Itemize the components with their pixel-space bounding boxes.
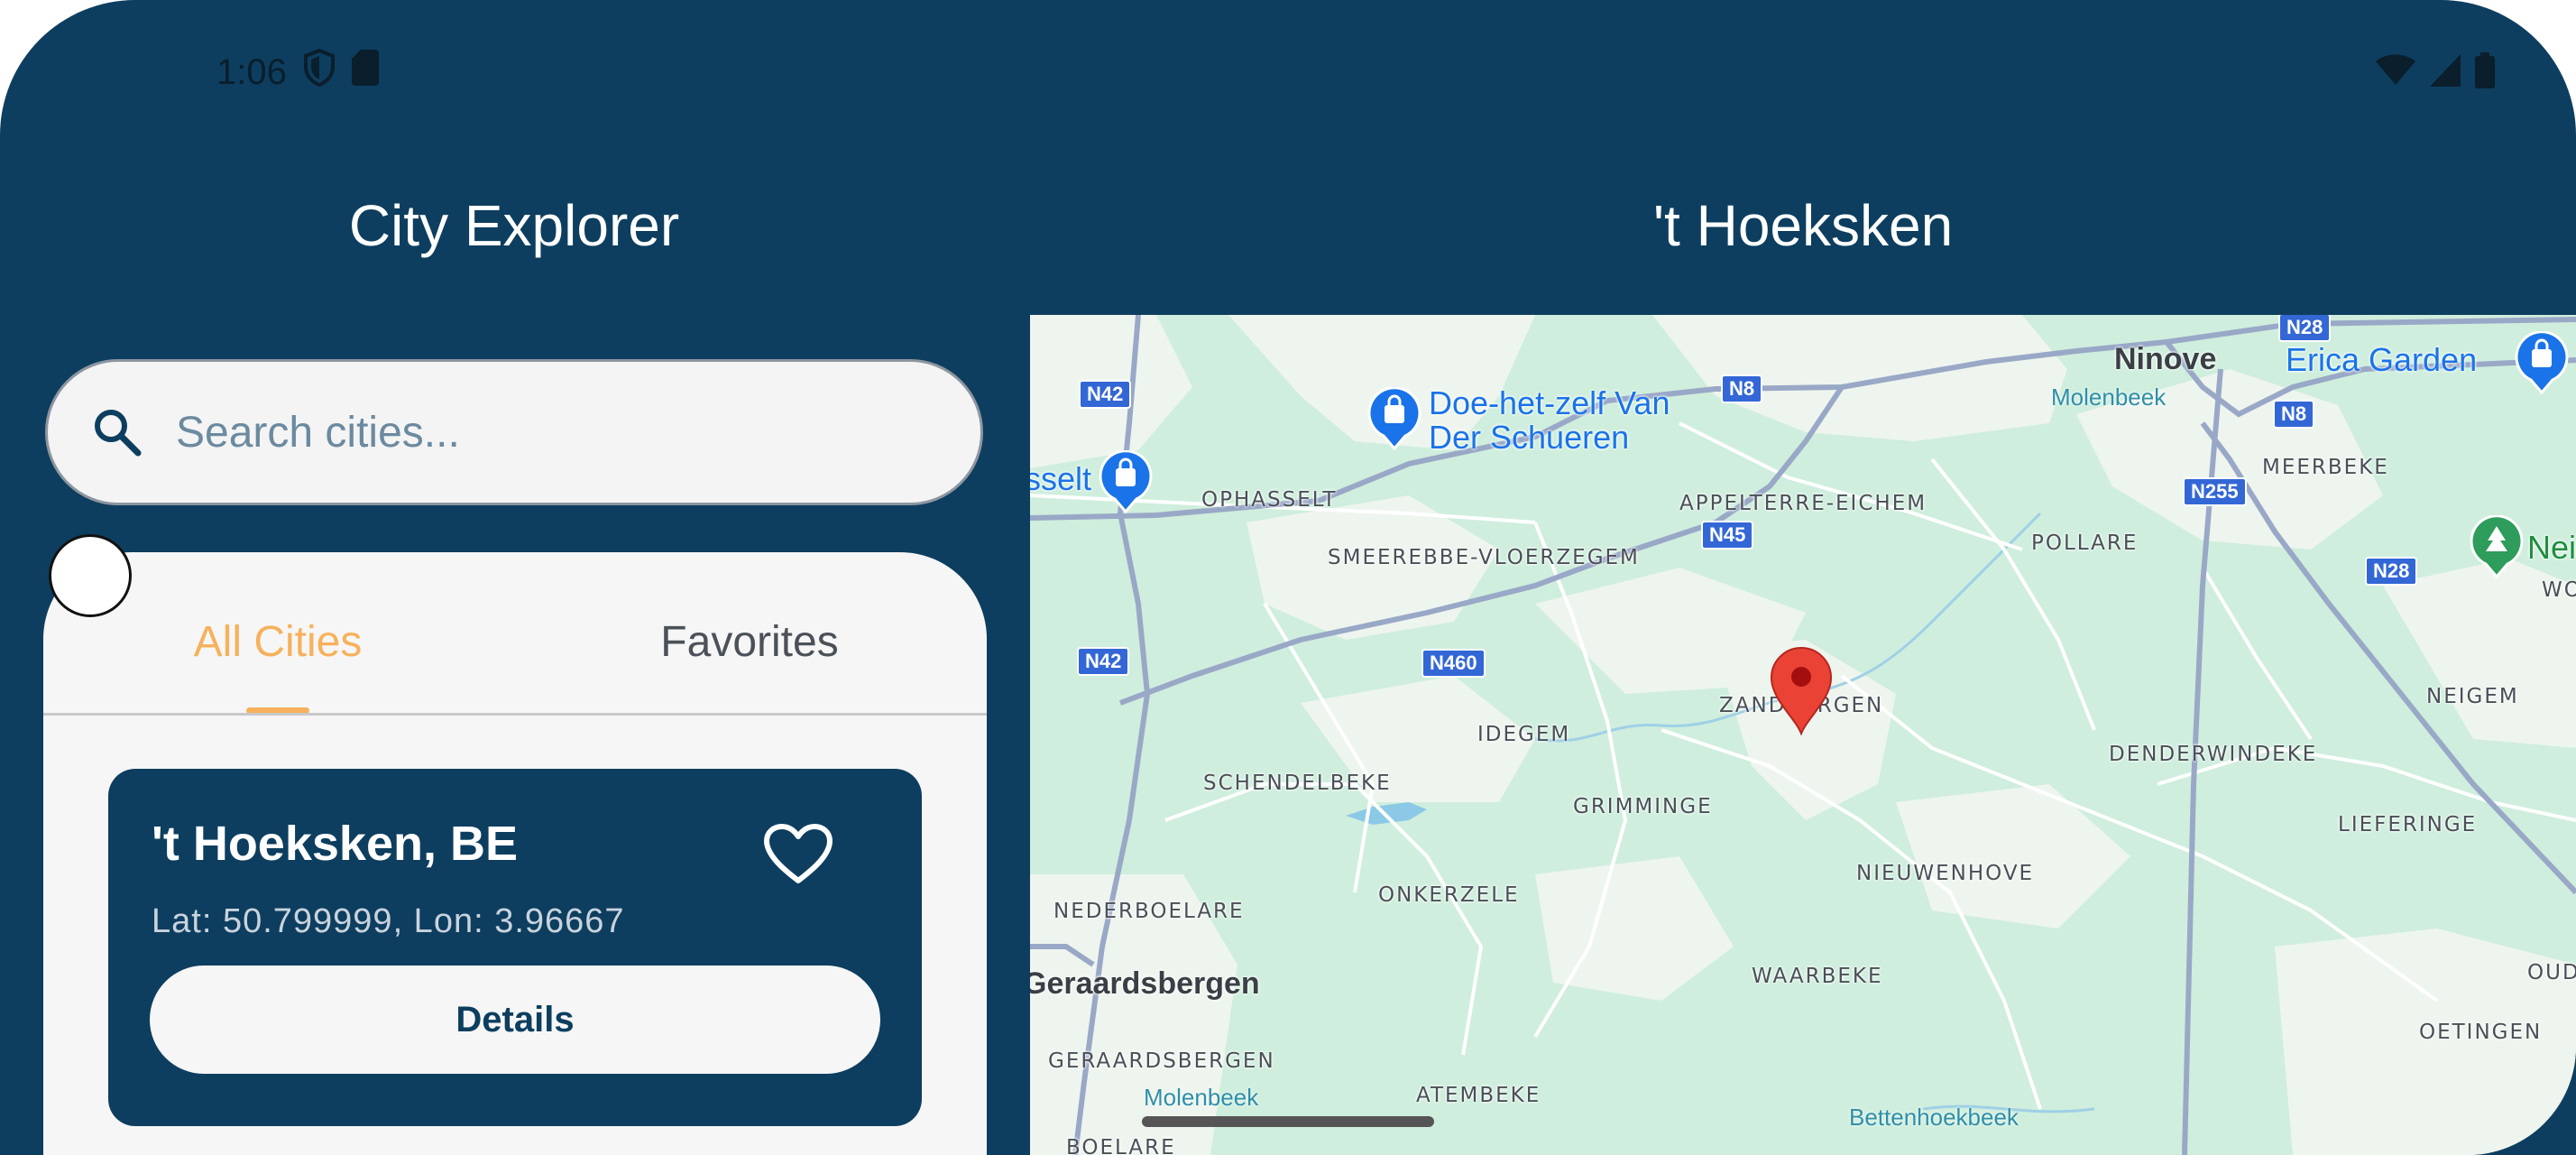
map-place-label: OUD — [2527, 961, 2576, 984]
map-place-label: LIEFERINGE — [2338, 813, 2478, 836]
status-time: 1:06 — [216, 51, 287, 92]
tab-all-cities[interactable]: All Cities — [43, 597, 512, 688]
app-screen: 1:06 City Explorer 't Hoeksken All Citie… — [0, 0, 2576, 1155]
tab-divider — [43, 713, 987, 716]
map-poi-label[interactable]: Neig — [2527, 530, 2576, 566]
map-place-label: MEERBEKE — [2262, 456, 2389, 479]
map-place-label: NEDERBOELARE — [1053, 900, 1245, 923]
road-label: N42 — [1079, 380, 1132, 409]
road-label: N8 — [2273, 400, 2315, 429]
city-name: 't Hoeksken, BE — [152, 817, 518, 871]
app-title: City Explorer — [348, 193, 680, 258]
city-list-panel: All Cities Favorites 't Hoeksken, BE Lat… — [43, 552, 987, 1155]
map-place-label: WAARBEKE — [1752, 965, 1883, 988]
map-poi-label[interactable]: Doe-het-zelf Van — [1429, 385, 1670, 421]
search-icon — [86, 401, 149, 464]
map-water-label: Molenbeek — [1144, 1084, 1259, 1111]
wifi-icon — [2376, 54, 2415, 91]
map-place-label: NEIGEM — [2426, 685, 2519, 708]
road-label: N45 — [1701, 521, 1754, 550]
signal-icon — [2430, 53, 2461, 91]
map-water-label: Bettenhoekbeek — [1849, 1104, 2019, 1131]
map-poi-label[interactable]: sselt — [1030, 461, 1091, 497]
road-label: N28 — [2365, 557, 2418, 586]
favorite-button[interactable] — [758, 816, 839, 897]
map-place-label: NIEUWENHOVE — [1856, 862, 2035, 885]
map-place-label: DENDERWINDEKE — [2109, 743, 2318, 766]
status-bar-left: 1:06 — [216, 47, 379, 97]
details-button[interactable]: Details — [150, 966, 880, 1074]
road-label: N460 — [1421, 649, 1486, 678]
road-label: N8 — [1721, 374, 1763, 403]
gesture-navigation-bar[interactable] — [1142, 1116, 1434, 1127]
heart-outline-icon — [763, 823, 833, 891]
search-input[interactable] — [174, 406, 944, 458]
map-poi-label[interactable]: Der Schueren — [1429, 420, 1629, 456]
map-place-label: OPHASSELT — [1201, 488, 1338, 512]
map-place-label: GRIMMINGE — [1573, 795, 1713, 818]
tab-bar: All Cities Favorites — [43, 552, 987, 716]
road-label: N42 — [1077, 647, 1130, 676]
road-label: N28 — [2278, 315, 2332, 342]
shield-icon — [303, 48, 336, 96]
map-place-label: IDEGEM — [1477, 723, 1571, 746]
road-label: N255 — [2183, 477, 2247, 506]
map-water-label: Molenbeek — [2051, 383, 2167, 411]
map-place-label: WO — [2542, 578, 2576, 602]
search-bar[interactable] — [45, 359, 983, 505]
map-view[interactable]: N42 N8 N28 N8 N45 N255 N28 N42 N460 Nino… — [1030, 315, 2576, 1155]
map-town-label: Ninove — [2114, 342, 2217, 376]
map-place-label: BOELARE — [1066, 1136, 1176, 1155]
map-place-label: OETINGEN — [2419, 1021, 2543, 1044]
battery-icon — [2475, 51, 2495, 93]
map-place-label: APPELTERRE-EICHEM — [1679, 492, 1927, 515]
map-place-label: GERAARDSBERGEN — [1048, 1049, 1275, 1073]
status-bar-right — [2376, 47, 2495, 97]
tab-favorites[interactable]: Favorites — [512, 597, 987, 688]
touch-indicator — [49, 534, 132, 617]
map-town-label: Geraardsbergen — [1030, 966, 1260, 1001]
map-place-label: ATEMBEKE — [1416, 1084, 1541, 1107]
sim-card-icon — [351, 50, 379, 95]
map-place-label: ONKERZELE — [1378, 883, 1520, 907]
city-coordinates: Lat: 50.799999, Lon: 3.96667 — [152, 902, 625, 940]
map-place-label: SMEEREBBE-VLOERZEGEM — [1328, 546, 1640, 569]
city-card[interactable]: 't Hoeksken, BE Lat: 50.799999, Lon: 3.9… — [108, 769, 922, 1126]
map-place-label: POLLARE — [2031, 531, 2139, 555]
detail-title: 't Hoeksken — [1652, 193, 1954, 258]
map-place-label: SCHENDELBEKE — [1203, 772, 1392, 795]
map-poi-label[interactable]: Erica Garden — [2286, 342, 2477, 378]
